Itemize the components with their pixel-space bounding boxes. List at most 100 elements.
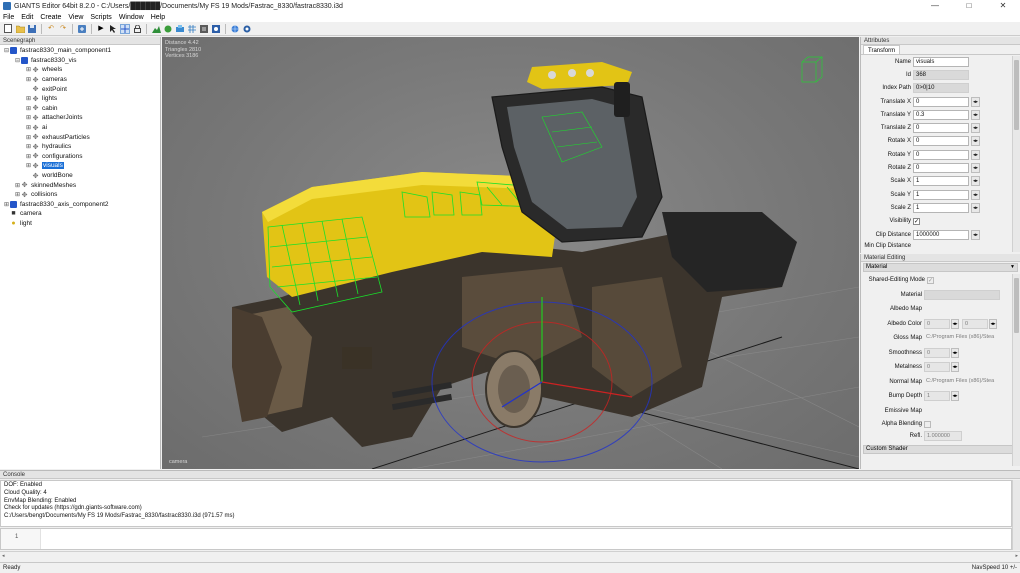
attribute-stepper[interactable]: ◂▸ (971, 202, 980, 213)
move-icon[interactable] (120, 23, 130, 34)
tree-node[interactable]: ⊞ ✥ collisions (0, 190, 160, 200)
tree-node[interactable]: ⊟ fastrac8330_vis (0, 56, 160, 66)
expand-toggle-icon[interactable]: ⊞ (25, 153, 32, 160)
menu-file[interactable]: File (3, 14, 14, 21)
console-output[interactable]: DOF: Enabled Cloud Quality: 4 EnvMap Blend… (0, 480, 1012, 527)
terrain-icon[interactable] (151, 24, 161, 34)
expand-toggle-icon[interactable]: ⊞ (14, 191, 21, 198)
tab-transform[interactable]: Transform (863, 45, 901, 54)
settings-icon[interactable] (211, 24, 221, 34)
new-file-icon[interactable] (3, 24, 13, 34)
attribute-stepper[interactable]: ◂▸ (971, 176, 980, 187)
metalness-field[interactable]: 0 (924, 362, 950, 373)
tree-node[interactable]: ⊞ ✥ lights (0, 94, 160, 104)
play-icon[interactable]: ▶ (96, 24, 106, 34)
tree-node[interactable]: ■ camera (0, 209, 160, 219)
tree-node[interactable]: ⊞ ✥ visuals (0, 161, 160, 171)
globe-icon[interactable] (230, 24, 240, 34)
expand-toggle-icon[interactable]: ⊞ (25, 162, 32, 169)
refl-field[interactable]: 1.000000 (924, 431, 962, 441)
menu-window[interactable]: Window (119, 14, 144, 21)
expand-toggle-icon[interactable]: ⊟ (3, 47, 10, 54)
attribute-field[interactable]: 0 (913, 149, 969, 160)
3d-viewport[interactable]: Distance 4.42 Triangles 2810 Vertices 31… (162, 37, 859, 469)
albedo-green-field[interactable]: 0 (962, 318, 988, 329)
material-field[interactable] (924, 289, 1000, 300)
tree-node[interactable]: ⊟ fastrac8330_main_component1 (0, 46, 160, 56)
menu-create[interactable]: Create (40, 14, 61, 21)
close-button[interactable]: ✕ (986, 0, 1020, 12)
menu-scripts[interactable]: Scripts (90, 14, 111, 21)
expand-toggle-icon[interactable]: ⊞ (25, 95, 32, 102)
attribute-field[interactable]: 0.3 (913, 109, 969, 120)
smoothness-stepper[interactable]: ◂▸ (951, 347, 959, 358)
attribute-stepper[interactable]: ◂▸ (971, 123, 980, 134)
tree-node[interactable]: ⊞ ✥ attacherJoints (0, 113, 160, 123)
expand-toggle-icon[interactable]: ⊟ (14, 57, 21, 64)
tree-node[interactable]: ⊞ ✥ ai (0, 123, 160, 133)
albedo-red-field[interactable]: 0 (924, 318, 950, 329)
tree-node[interactable]: ⊞ ✥ cameras (0, 75, 160, 85)
attribute-field[interactable]: 1 (913, 189, 969, 200)
scroll-right-icon[interactable]: ▸ (1015, 553, 1018, 559)
alpha-blending-checkbox[interactable] (924, 420, 931, 428)
tree-node[interactable]: ⊞ ✥ exhaustParticles (0, 132, 160, 142)
menu-edit[interactable]: Edit (21, 14, 33, 21)
albedo-green-stepper[interactable]: ◂▸ (989, 318, 997, 329)
grid-icon[interactable] (187, 24, 197, 34)
clip-distance-stepper[interactable]: ◂▸ (971, 229, 980, 240)
console-input[interactable]: 1 (0, 528, 1012, 550)
albedo-red-stepper[interactable]: ◂▸ (951, 318, 959, 329)
gloss-map-path[interactable]: C:/Program Files (x86)/Stea (924, 333, 1002, 343)
attribute-field[interactable]: visuals (913, 56, 969, 67)
bone-icon[interactable] (199, 24, 209, 34)
attribute-field[interactable]: 0 (913, 96, 969, 107)
expand-toggle-icon[interactable]: ⊞ (25, 66, 32, 73)
redo-icon[interactable]: ↷ (58, 24, 68, 34)
material-scrollbar[interactable] (1012, 274, 1020, 466)
foliage-icon[interactable] (163, 24, 173, 34)
record-icon[interactable] (242, 24, 252, 34)
attribute-field[interactable]: 1 (913, 202, 969, 213)
menu-help[interactable]: Help (151, 14, 165, 21)
attributes-scrollbar[interactable] (1012, 56, 1020, 252)
select-icon[interactable] (108, 24, 118, 34)
save-icon[interactable] (27, 24, 37, 34)
normal-map-path[interactable]: C:/Program Files (x86)/Stea (924, 377, 1002, 387)
attribute-field[interactable]: 1 (913, 176, 969, 187)
tree-node[interactable]: ⊞ ✥ wheels (0, 65, 160, 75)
expand-toggle-icon[interactable]: ⊞ (25, 105, 32, 112)
smoothness-field[interactable]: 0 (924, 347, 950, 358)
shared-editing-checkbox[interactable]: ✓ (927, 276, 934, 284)
expand-toggle-icon[interactable]: ⊞ (25, 114, 32, 121)
expand-toggle-icon[interactable]: ⊞ (25, 143, 32, 150)
maximize-button[interactable]: □ (952, 0, 986, 12)
attribute-stepper[interactable]: ◂▸ (971, 163, 980, 174)
attribute-stepper[interactable]: ◂▸ (971, 109, 980, 120)
tree-node[interactable]: ✥ worldBone (0, 171, 160, 181)
lock-icon[interactable] (132, 24, 142, 34)
tree-node[interactable]: ⊞ ✥ skinnedMeshes (0, 180, 160, 190)
tree-node[interactable]: ⊞ ✥ hydraulics (0, 142, 160, 152)
console-horizontal-scrollbar[interactable]: ◂ ▸ (0, 551, 1020, 560)
menu-view[interactable]: View (68, 14, 83, 21)
open-folder-icon[interactable] (15, 24, 25, 34)
expand-toggle-icon[interactable]: ⊞ (25, 124, 32, 131)
scroll-left-icon[interactable]: ◂ (2, 553, 5, 559)
attribute-stepper[interactable]: ◂▸ (971, 96, 980, 107)
bump-depth-field[interactable]: 1 (924, 391, 950, 402)
undo-icon[interactable]: ↶ (46, 24, 56, 34)
tree-node[interactable]: ✥ exitPoint (0, 84, 160, 94)
visibility-checkbox[interactable]: ✓ (913, 217, 920, 225)
expand-toggle-icon[interactable]: ⊞ (14, 182, 21, 189)
attribute-field[interactable]: 0 (913, 123, 969, 134)
attribute-stepper[interactable]: ◂▸ (971, 189, 980, 200)
tree-node[interactable]: ⊞ ✥ configurations (0, 152, 160, 162)
minimize-button[interactable]: — (918, 0, 952, 12)
bump-depth-stepper[interactable]: ◂▸ (951, 391, 959, 402)
expand-toggle-icon[interactable]: ⊞ (25, 76, 32, 83)
material-section-header[interactable]: Material ▼ (863, 263, 1018, 272)
attributes-scroll-thumb[interactable] (1014, 60, 1019, 130)
tree-node[interactable]: ⊞ ✥ cabin (0, 104, 160, 114)
attribute-stepper[interactable]: ◂▸ (971, 136, 980, 147)
